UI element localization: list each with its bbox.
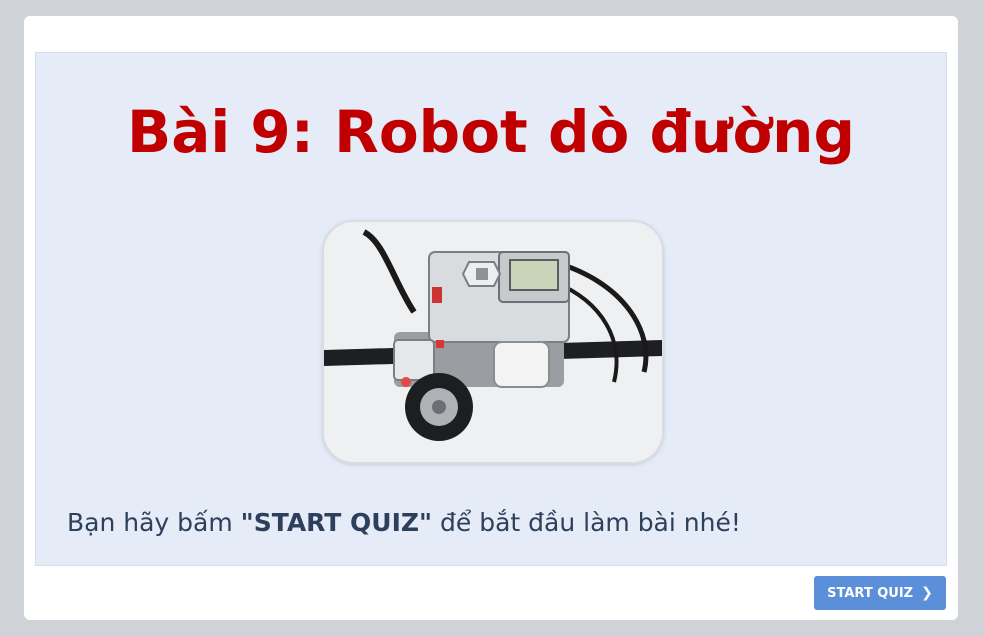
robot-image xyxy=(324,222,662,462)
instruction-text: Bạn hãy bấm "START QUIZ" để bắt đầu làm … xyxy=(67,505,741,541)
start-quiz-label: START QUIZ xyxy=(827,585,914,601)
chevron-right-icon: ❯ xyxy=(921,585,933,601)
instruction-part-1: Bạn hãy bấm xyxy=(67,508,241,537)
start-quiz-button[interactable]: START QUIZ ❯ xyxy=(814,576,946,610)
slide-title: Bài 9: Robot dò đường xyxy=(127,98,855,166)
instruction-emphasis: "START QUIZ" xyxy=(240,508,433,537)
quiz-card: Bài 9: Robot dò đường Bạn hãy bấm "START… xyxy=(24,16,958,620)
instruction-part-2: để bắt đầu làm bài nhé! xyxy=(432,508,741,537)
intro-slide: Bài 9: Robot dò đường Bạn hãy bấm "START… xyxy=(35,52,947,566)
